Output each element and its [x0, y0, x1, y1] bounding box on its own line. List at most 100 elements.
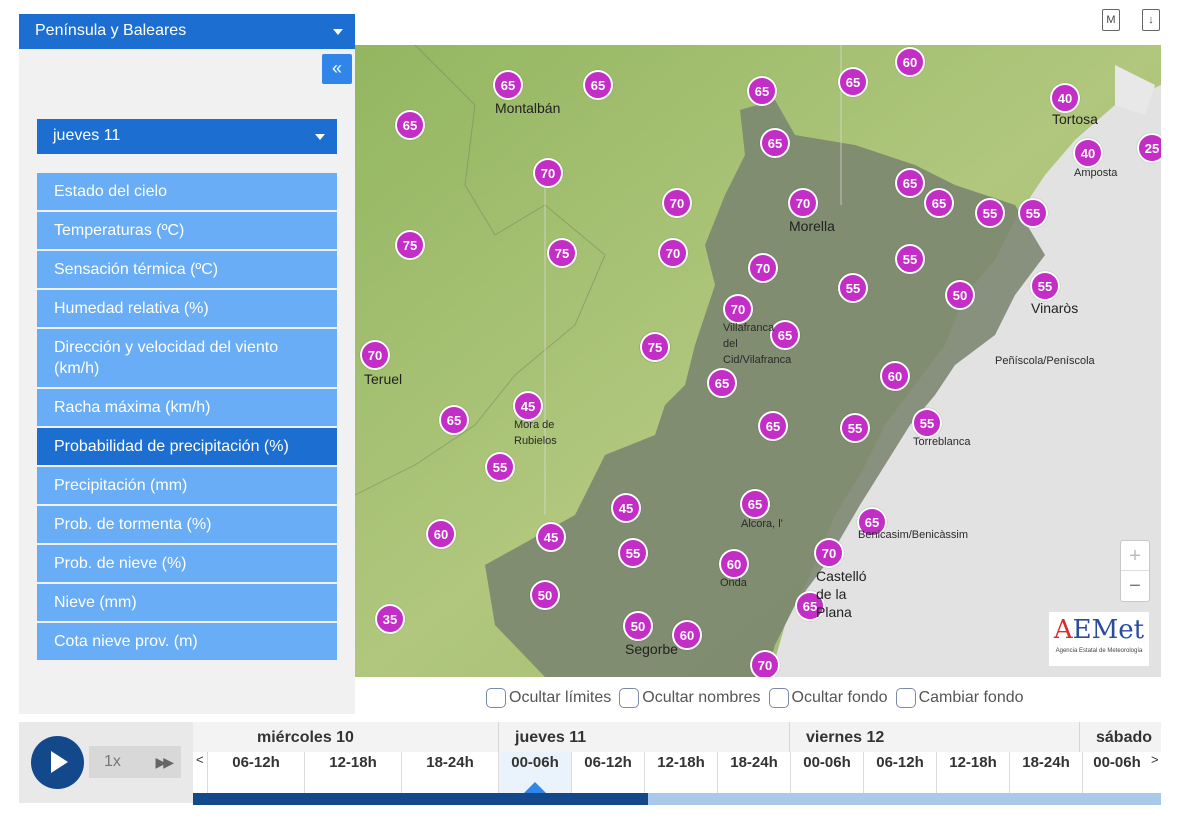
precipitation-marker[interactable]: 65 [583, 70, 613, 100]
menu-item[interactable]: Nieve (mm) [37, 584, 337, 621]
play-button[interactable] [31, 736, 84, 789]
precipitation-marker[interactable]: 75 [547, 238, 577, 268]
option-checkbox[interactable]: Cambiar fondo [895, 688, 1024, 708]
precipitation-marker[interactable]: 55 [1030, 271, 1060, 301]
precipitation-marker[interactable]: 60 [426, 519, 456, 549]
precipitation-marker[interactable]: 70 [788, 188, 818, 218]
precipitation-marker[interactable]: 65 [838, 67, 868, 97]
timeline-slot[interactable]: 06-12h [571, 752, 644, 794]
precipitation-marker[interactable]: 75 [395, 230, 425, 260]
precipitation-marker[interactable]: 70 [750, 650, 780, 677]
precipitation-marker[interactable]: 45 [536, 522, 566, 552]
region-select[interactable]: Península y Baleares [19, 14, 355, 49]
precipitation-marker[interactable]: 65 [924, 188, 954, 218]
zoom-in-button[interactable]: + [1121, 541, 1149, 571]
option-checkbox[interactable]: Ocultar fondo [768, 688, 888, 708]
menu-item[interactable]: Sensación térmica (ºC) [37, 251, 337, 288]
checkbox-box[interactable] [486, 688, 506, 708]
timeline-slot[interactable]: 00-06h [790, 752, 863, 794]
precipitation-marker[interactable]: 55 [1018, 198, 1048, 228]
menu-item[interactable]: Racha máxima (km/h) [37, 389, 337, 426]
place-label-montalban: Montalbán [495, 100, 561, 116]
precipitation-marker[interactable]: 50 [530, 580, 560, 610]
precipitation-marker[interactable]: 55 [975, 198, 1005, 228]
precipitation-marker[interactable]: 50 [623, 611, 653, 641]
player: 1x ▶▶ [19, 722, 193, 803]
zoom-out-button[interactable]: − [1121, 571, 1149, 601]
menu-item[interactable]: Cota nieve prov. (m) [37, 623, 337, 660]
menu-item[interactable]: Prob. de nieve (%) [37, 545, 337, 582]
precipitation-marker[interactable]: 25 [1137, 133, 1161, 163]
precipitation-marker[interactable]: 70 [533, 158, 563, 188]
precipitation-marker[interactable]: 55 [618, 538, 648, 568]
precipitation-marker[interactable]: 70 [360, 340, 390, 370]
speed-label: 1x [104, 753, 121, 770]
precipitation-marker[interactable]: 65 [760, 128, 790, 158]
precipitation-marker[interactable]: 70 [748, 253, 778, 283]
menu-item[interactable]: Precipitación (mm) [37, 467, 337, 504]
place-label-torreblanca: Torreblanca [913, 436, 971, 448]
precipitation-marker[interactable]: 55 [895, 244, 925, 274]
collapse-sidebar-button[interactable]: « [322, 54, 352, 84]
timeline-slot[interactable]: 12-18h [644, 752, 717, 794]
timeline-slots: 06-12h 12-18h 18-24h 00-06h 06-12h 12-18h 18-2… [193, 752, 1161, 794]
option-checkbox[interactable]: Ocultar límites [486, 688, 611, 708]
map-icon[interactable]: M [1102, 9, 1120, 31]
place-label-mora: Mora de Rubielos [514, 419, 557, 447]
precipitation-marker[interactable]: 55 [838, 273, 868, 303]
precipitation-marker[interactable]: 65 [758, 411, 788, 441]
timeline-slot[interactable]: 18-24h [1009, 752, 1082, 794]
precipitation-marker[interactable]: 65 [740, 489, 770, 519]
timeline-slot[interactable]: 00-06h [1082, 752, 1151, 794]
checkbox-box[interactable] [768, 688, 789, 708]
precipitation-marker[interactable]: 75 [640, 332, 670, 362]
checkbox-box[interactable] [619, 688, 640, 708]
precipitation-marker[interactable]: 60 [895, 47, 925, 77]
precipitation-marker[interactable]: 70 [658, 238, 688, 268]
timeline-slot[interactable]: 18-24h [401, 752, 498, 794]
option-label: Cambiar fondo [918, 689, 1024, 706]
precipitation-marker[interactable]: 65 [895, 168, 925, 198]
precipitation-marker[interactable]: 60 [880, 361, 910, 391]
place-label-tortosa: Tortosa [1052, 111, 1098, 127]
speed-control[interactable]: 1x ▶▶ [89, 746, 181, 778]
day-select[interactable]: jueves 11 [37, 119, 337, 154]
precipitation-marker[interactable]: 70 [662, 188, 692, 218]
timeline-prev-arrow[interactable]: < [196, 752, 204, 767]
chevron-down-icon [333, 29, 343, 35]
precipitation-marker[interactable]: 65 [439, 405, 469, 435]
menu-item[interactable]: Temperaturas (ºC) [37, 212, 337, 249]
logo-letter: A [1053, 615, 1073, 645]
precipitation-marker[interactable]: 40 [1050, 83, 1080, 113]
precipitation-marker[interactable]: 45 [611, 493, 641, 523]
timeline-slot[interactable]: 06-12h [863, 752, 936, 794]
menu-item[interactable]: Dirección y velocidad del viento (km/h) [37, 329, 337, 387]
menu-item[interactable]: Prob. de tormenta (%) [37, 506, 337, 543]
precipitation-marker[interactable]: 65 [395, 110, 425, 140]
menu-item[interactable]: Humedad relativa (%) [37, 290, 337, 327]
option-checkbox[interactable]: Ocultar nombres [619, 688, 761, 708]
precipitation-marker[interactable]: 40 [1073, 138, 1103, 168]
precipitation-marker[interactable]: 55 [840, 413, 870, 443]
fast-forward-icon[interactable]: ▶▶ [155, 746, 173, 778]
timeline-slot[interactable]: 12-18h [936, 752, 1009, 794]
map-options: Ocultar límites Ocultar nombres Ocultar fo… [486, 688, 1024, 708]
precipitation-marker[interactable]: 55 [485, 452, 515, 482]
timeline-day: viernes 12 [789, 722, 1079, 752]
timeline-next-arrow[interactable]: > [1151, 752, 1159, 767]
download-icon[interactable]: ↓ [1142, 9, 1160, 31]
timeline-slot[interactable]: 06-12h [207, 752, 304, 794]
precipitation-marker[interactable]: 50 [945, 280, 975, 310]
timeline-slot[interactable]: 12-18h [304, 752, 401, 794]
map[interactable]: 65 65 65 65 60 65 40 65 40 25 70 65 65 70 70 55 55 75 75 70… [355, 45, 1161, 677]
region-select-label: Península y Baleares [35, 22, 187, 39]
precipitation-marker[interactable]: 70 [814, 538, 844, 568]
menu-item[interactable]: Probabilidad de precipitación (%) [37, 428, 337, 465]
precipitation-marker[interactable]: 35 [375, 604, 405, 634]
precipitation-marker[interactable]: 65 [707, 368, 737, 398]
precipitation-marker[interactable]: 65 [493, 70, 523, 100]
menu-item[interactable]: Estado del cielo [37, 173, 337, 210]
timeline-slot[interactable]: 18-24h [717, 752, 790, 794]
checkbox-box[interactable] [895, 688, 916, 708]
precipitation-marker[interactable]: 65 [747, 76, 777, 106]
